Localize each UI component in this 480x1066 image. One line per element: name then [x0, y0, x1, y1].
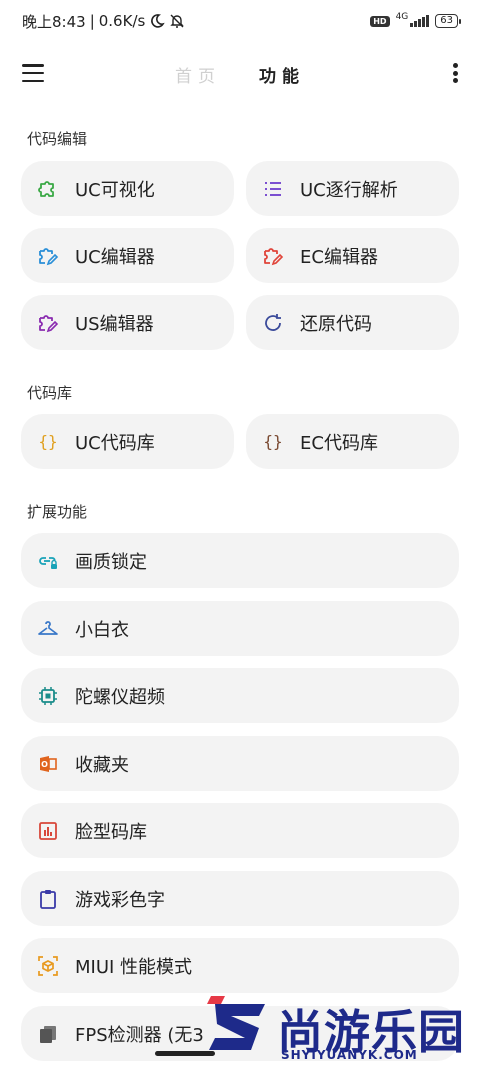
tab-home[interactable]: 首页	[175, 62, 221, 87]
card-label: 陀螺仪超频	[75, 686, 165, 708]
section-title-extensions: 扩展功能	[27, 503, 88, 521]
card-label: MIUI 性能模式	[75, 956, 193, 978]
colorful-text-button[interactable]: 游戏彩色字	[21, 871, 459, 926]
svg-text:O: O	[41, 760, 48, 769]
network-label: 4G	[395, 12, 409, 22]
watermark-s-icon	[207, 996, 265, 1050]
section-title-code-edit: 代码编辑	[27, 130, 88, 148]
link-lock-icon	[37, 550, 59, 572]
tab-features[interactable]: 功能	[259, 62, 305, 87]
puzzle-edit-icon	[262, 245, 284, 267]
section-title-code-lib: 代码库	[27, 384, 73, 402]
face-code-lib-button[interactable]: 脸型码库	[21, 803, 459, 858]
ec-editor-button[interactable]: EC编辑器	[246, 228, 459, 283]
braces-icon: {}	[262, 431, 284, 453]
restore-code-button[interactable]: 还原代码	[246, 295, 459, 350]
watermark-subtext: SHYIYUANYK.COM	[281, 1048, 418, 1062]
watermark-logo: 尚游乐园 SHYIYUANYK.COM	[205, 996, 480, 1066]
us-editor-button[interactable]: US编辑器	[21, 295, 234, 350]
uc-visual-button[interactable]: UC可视化	[21, 161, 234, 216]
braces-icon: {}	[37, 431, 59, 453]
xiaobaiyi-button[interactable]: 小白衣	[21, 601, 459, 656]
card-label: US编辑器	[75, 313, 154, 335]
card-label: UC编辑器	[75, 246, 155, 268]
chart-icon	[37, 820, 59, 842]
moon-icon	[151, 14, 166, 28]
status-separator: |	[89, 12, 95, 30]
puzzle-edit-icon	[37, 245, 59, 267]
uc-editor-button[interactable]: UC编辑器	[21, 228, 234, 283]
ec-code-lib-button[interactable]: {} EC代码库	[246, 414, 459, 469]
cube-scan-icon	[37, 955, 59, 977]
signal-icon	[410, 15, 430, 27]
uc-code-lib-button[interactable]: {} UC代码库	[21, 414, 234, 469]
more-options-icon[interactable]	[452, 63, 458, 83]
svg-text:{}: {}	[263, 432, 282, 451]
card-label: EC代码库	[300, 432, 378, 454]
quality-lock-button[interactable]: 画质锁定	[21, 533, 459, 588]
office-icon: O	[37, 753, 59, 775]
card-label: UC代码库	[75, 432, 155, 454]
uc-line-parse-button[interactable]: UC逐行解析	[246, 161, 459, 216]
hd-badge: HD	[370, 15, 390, 27]
tab-bar: 首页 功能	[0, 62, 480, 87]
card-label: FPS检测器 (无3	[75, 1024, 204, 1046]
card-label: 游戏彩色字	[75, 889, 165, 911]
puzzle-icon	[37, 178, 59, 200]
miui-performance-button[interactable]: MIUI 性能模式	[21, 938, 459, 993]
card-label: 脸型码库	[75, 821, 147, 843]
card-label: EC编辑器	[300, 246, 378, 268]
status-time: 晚上8:43	[22, 12, 86, 31]
gesture-bar[interactable]	[155, 1051, 215, 1056]
app-bar: 首页 功能	[0, 48, 480, 98]
hanger-icon	[37, 618, 59, 640]
status-speed: 0.6K/s	[98, 12, 146, 30]
bell-mute-icon	[170, 14, 185, 28]
card-label: 还原代码	[300, 313, 372, 335]
favorites-button[interactable]: O 收藏夹	[21, 736, 459, 791]
card-label: UC可视化	[75, 179, 155, 201]
list-icon	[262, 178, 284, 200]
card-label: 收藏夹	[75, 754, 129, 776]
card-label: 小白衣	[75, 619, 129, 641]
battery-level: 63	[440, 15, 453, 26]
gyro-overclock-button[interactable]: 陀螺仪超频	[21, 668, 459, 723]
chip-icon	[37, 685, 59, 707]
restore-icon	[262, 312, 284, 334]
status-bar: 晚上8:43 | 0.6K/s HD 4G 63	[0, 0, 480, 42]
card-label: UC逐行解析	[300, 179, 398, 201]
copy-icon	[37, 1023, 59, 1045]
svg-text:{}: {}	[38, 432, 57, 451]
puzzle-edit-icon	[37, 312, 59, 334]
battery-icon: 63	[435, 14, 461, 28]
clipboard-icon	[37, 888, 59, 910]
card-label: 画质锁定	[75, 551, 147, 573]
